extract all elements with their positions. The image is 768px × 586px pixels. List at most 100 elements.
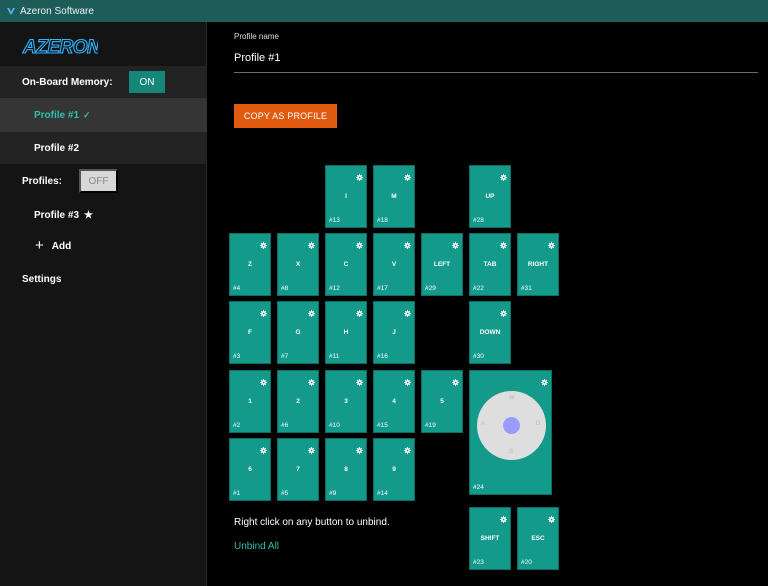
- key-number: #5: [281, 490, 289, 497]
- key-button[interactable]: LEFT #29: [421, 233, 463, 296]
- gear-icon[interactable]: [308, 373, 315, 386]
- joystick-button[interactable]: W A D S #24: [469, 370, 552, 495]
- key-label: 7: [296, 466, 300, 473]
- profile-name-input[interactable]: Profile #1: [234, 52, 280, 64]
- key-button[interactable]: 7 #5: [277, 438, 319, 501]
- azeron-logo: AZERON: [22, 36, 98, 58]
- key-button[interactable]: Z #4: [229, 233, 271, 296]
- key-button[interactable]: H #11: [325, 301, 367, 364]
- gear-icon[interactable]: [356, 373, 363, 386]
- key-label: 9: [392, 466, 396, 473]
- key-button[interactable]: J #16: [373, 301, 415, 364]
- gear-icon[interactable]: [260, 304, 267, 317]
- gear-icon[interactable]: [356, 236, 363, 249]
- add-profile-button[interactable]: + Add: [0, 237, 207, 255]
- key-number: #17: [377, 285, 388, 292]
- gear-icon[interactable]: [356, 168, 363, 181]
- key-number: #30: [473, 353, 484, 360]
- copy-as-profile-button[interactable]: COPY AS PROFILE: [234, 104, 337, 128]
- key-label: F: [248, 329, 252, 336]
- settings-label: Settings: [22, 273, 62, 285]
- key-number: #10: [329, 422, 340, 429]
- gear-icon[interactable]: [404, 168, 411, 181]
- key-number: #4: [233, 285, 241, 292]
- key-label: 1: [248, 398, 252, 405]
- joystick-right-label: D: [536, 421, 541, 427]
- key-button[interactable]: 8 #9: [325, 438, 367, 501]
- gear-icon[interactable]: [452, 236, 459, 249]
- joystick-down-label: S: [509, 449, 514, 455]
- gear-icon[interactable]: [404, 373, 411, 386]
- svg-text:AZERON: AZERON: [22, 37, 98, 58]
- key-button[interactable]: 6 #1: [229, 438, 271, 501]
- gear-icon[interactable]: [356, 304, 363, 317]
- plus-icon: +: [35, 237, 44, 254]
- key-button[interactable]: 9 #14: [373, 438, 415, 501]
- key-button[interactable]: V #17: [373, 233, 415, 296]
- gear-icon[interactable]: [260, 441, 267, 454]
- key-button[interactable]: X #8: [277, 233, 319, 296]
- profiles-label: Profiles:: [22, 175, 63, 187]
- onboard-memory-row: On-Board Memory: ON: [0, 66, 207, 98]
- key-button[interactable]: 5 #19: [421, 370, 463, 433]
- key-button[interactable]: I #13: [325, 165, 367, 228]
- key-button[interactable]: RIGHT #31: [517, 233, 559, 296]
- joystick-left-label: A: [481, 421, 486, 427]
- key-label: Z: [248, 261, 252, 268]
- gear-icon[interactable]: [356, 441, 363, 454]
- sidebar-item-settings[interactable]: Settings: [0, 270, 207, 288]
- key-button[interactable]: 2 #6: [277, 370, 319, 433]
- key-label: 6: [248, 466, 252, 473]
- sidebar-item-profile-3[interactable]: Profile #3 ★: [0, 206, 207, 224]
- key-button[interactable]: M #18: [373, 165, 415, 228]
- gear-icon[interactable]: [404, 236, 411, 249]
- key-button[interactable]: ESC #20: [517, 507, 559, 570]
- key-button[interactable]: UP #28: [469, 165, 511, 228]
- unbind-all-link[interactable]: Unbind All: [234, 541, 279, 552]
- gear-icon[interactable]: [452, 373, 459, 386]
- key-button[interactable]: G #7: [277, 301, 319, 364]
- gear-icon[interactable]: [404, 441, 411, 454]
- gear-icon[interactable]: [500, 510, 507, 523]
- profiles-toggle[interactable]: OFF: [79, 169, 118, 193]
- gear-icon[interactable]: [308, 304, 315, 317]
- gear-icon[interactable]: [260, 373, 267, 386]
- key-number: #1: [233, 490, 241, 497]
- key-button[interactable]: DOWN #30: [469, 301, 511, 364]
- key-number: #20: [521, 559, 532, 566]
- key-label: I: [345, 193, 347, 200]
- gear-icon[interactable]: [308, 441, 315, 454]
- key-button[interactable]: 1 #2: [229, 370, 271, 433]
- joystick-thumb[interactable]: [503, 417, 520, 434]
- unbind-hint: Right click on any button to unbind.: [234, 517, 390, 528]
- sidebar-item-profile-2[interactable]: Profile #2: [0, 132, 207, 164]
- sidebar: AZERON On-Board Memory: ON Profile #1 ✓ …: [0, 22, 207, 586]
- key-button[interactable]: TAB #22: [469, 233, 511, 296]
- main-panel: Profile name Profile #1 COPY AS PROFILE …: [207, 22, 768, 586]
- sidebar-item-profile-1[interactable]: Profile #1 ✓: [0, 98, 207, 132]
- key-label: 4: [392, 398, 396, 405]
- key-button[interactable]: F #3: [229, 301, 271, 364]
- gear-icon[interactable]: [308, 236, 315, 249]
- key-button[interactable]: 4 #15: [373, 370, 415, 433]
- key-number: #14: [377, 490, 388, 497]
- key-button[interactable]: 3 #10: [325, 370, 367, 433]
- gear-icon[interactable]: [500, 168, 507, 181]
- key-label: H: [343, 329, 349, 336]
- gear-icon[interactable]: [260, 236, 267, 249]
- gear-icon[interactable]: [500, 236, 507, 249]
- gear-icon[interactable]: [548, 510, 555, 523]
- key-button[interactable]: C #12: [325, 233, 367, 296]
- gear-icon[interactable]: [404, 304, 411, 317]
- key-number: #8: [281, 285, 289, 292]
- key-label: TAB: [483, 261, 497, 268]
- app-icon: [7, 8, 15, 15]
- gear-icon[interactable]: [548, 236, 555, 249]
- key-number: #15: [377, 422, 388, 429]
- key-number: #7: [281, 353, 289, 360]
- gear-icon[interactable]: [500, 304, 507, 317]
- key-button[interactable]: SHIFT #23: [469, 507, 511, 570]
- onboard-memory-toggle[interactable]: ON: [129, 71, 165, 93]
- joystick-pad[interactable]: W A D S: [477, 391, 546, 460]
- gear-icon[interactable]: [541, 373, 548, 386]
